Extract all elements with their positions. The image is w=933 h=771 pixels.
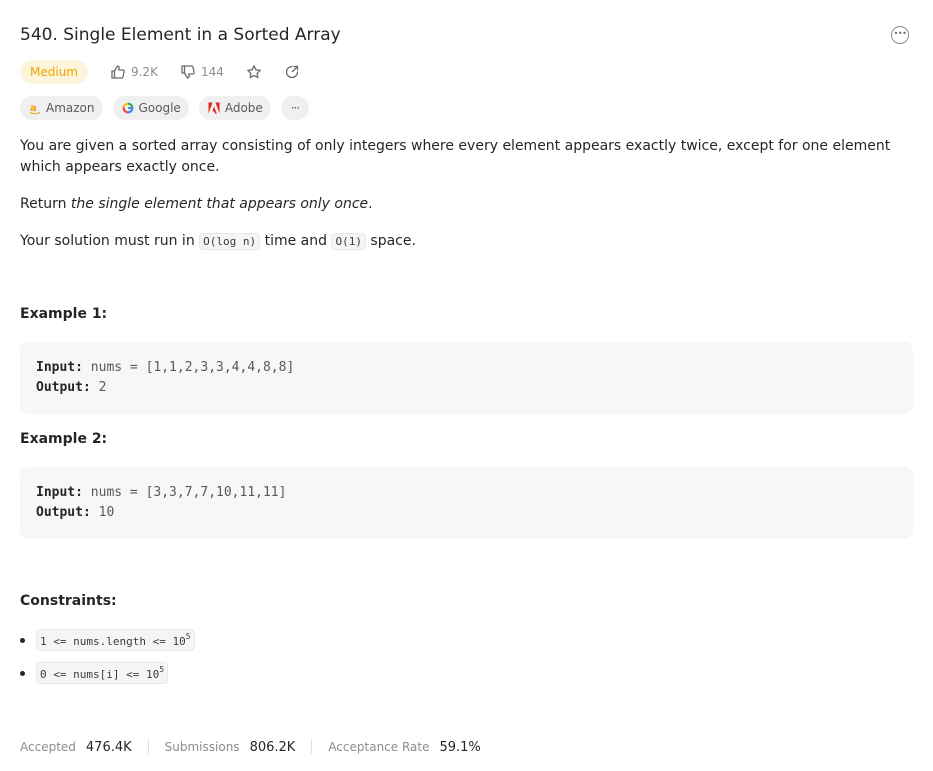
submissions-label: Submissions <box>164 740 240 754</box>
submissions-value: 806.2K <box>249 739 296 755</box>
statement-emphasis: the single element that appears only onc… <box>70 196 369 212</box>
stats-divider <box>311 740 313 754</box>
acceptance-rate-value: 59.1% <box>439 739 481 755</box>
constraints-heading: Constraints: <box>20 593 117 609</box>
difficulty-badge: Medium <box>20 60 88 84</box>
share-button[interactable] <box>284 64 300 80</box>
constraint-item: 0 <= nums[i] <= 105 <box>20 662 169 684</box>
example-2-box: Input: nums = [3,3,7,7,10,11,11] Output:… <box>20 467 913 539</box>
example-1-box: Input: nums = [1,1,2,3,3,4,4,8,8] Output… <box>20 342 913 414</box>
stats-divider <box>147 740 149 754</box>
svg-text:a: a <box>30 103 37 114</box>
more-options-icon[interactable]: ••• <box>891 26 909 44</box>
submission-stats: Accepted 476.4K Submissions 806.2K Accep… <box>20 737 481 757</box>
constraint-item: 1 <= nums.length <= 105 <box>20 629 195 651</box>
example-1-heading: Example 1: <box>20 306 108 322</box>
statement-paragraph-1: You are given a sorted array consisting … <box>20 138 891 175</box>
thumbs-down-icon <box>180 64 196 80</box>
space-complexity-code: O(1) <box>331 233 366 250</box>
example-output-line: Output: 2 <box>36 380 107 395</box>
example-2-heading: Example 2: <box>20 431 108 447</box>
accepted-label: Accepted <box>20 740 76 754</box>
constraint-code: 0 <= nums[i] <= 105 <box>36 662 169 684</box>
amazon-icon: a <box>29 102 41 114</box>
like-count: 9.2K <box>130 65 158 79</box>
time-complexity-code: O(log n) <box>199 233 261 250</box>
more-companies-button[interactable]: ··· <box>280 96 309 120</box>
dislike-count: 144 <box>200 65 224 79</box>
example-input-line: Input: nums = [3,3,7,7,10,11,11] <box>36 485 287 500</box>
acceptance-rate-label: Acceptance Rate <box>328 740 430 754</box>
like-button[interactable]: 9.2K <box>110 64 158 80</box>
company-tags-row: a Amazon Google Adobe ··· <box>20 96 309 120</box>
thumbs-up-icon <box>110 64 126 80</box>
constraint-code: 1 <= nums.length <= 105 <box>36 629 195 651</box>
company-tag-label: Adobe <box>224 101 263 115</box>
company-tag-label: Google <box>138 101 181 115</box>
problem-meta-row: Medium 9.2K 144 <box>20 60 300 84</box>
company-tag-amazon[interactable]: a Amazon <box>20 96 103 120</box>
problem-title[interactable]: 540. Single Element in a Sorted Array <box>20 25 341 45</box>
company-tag-label: Amazon <box>46 101 95 115</box>
title-row: 540. Single Element in a Sorted Array ••… <box>20 22 913 48</box>
statement-paragraph-2: Return the single element that appears o… <box>20 196 373 212</box>
dislike-button[interactable]: 144 <box>180 64 224 80</box>
statement-paragraph-3: Your solution must run in O(log n) time … <box>20 233 416 250</box>
bullet-icon <box>20 637 25 643</box>
company-tag-adobe[interactable]: Adobe <box>198 96 271 120</box>
star-icon <box>246 64 262 80</box>
company-tag-google[interactable]: Google <box>112 96 189 120</box>
example-input-line: Input: nums = [1,1,2,3,3,4,4,8,8] <box>36 360 295 375</box>
favorite-button[interactable] <box>246 64 262 80</box>
example-output-line: Output: 10 <box>36 505 115 520</box>
adobe-icon <box>208 102 220 114</box>
bullet-icon <box>20 670 25 676</box>
accepted-value: 476.4K <box>85 739 132 755</box>
google-icon <box>122 102 134 114</box>
share-icon <box>284 64 300 80</box>
